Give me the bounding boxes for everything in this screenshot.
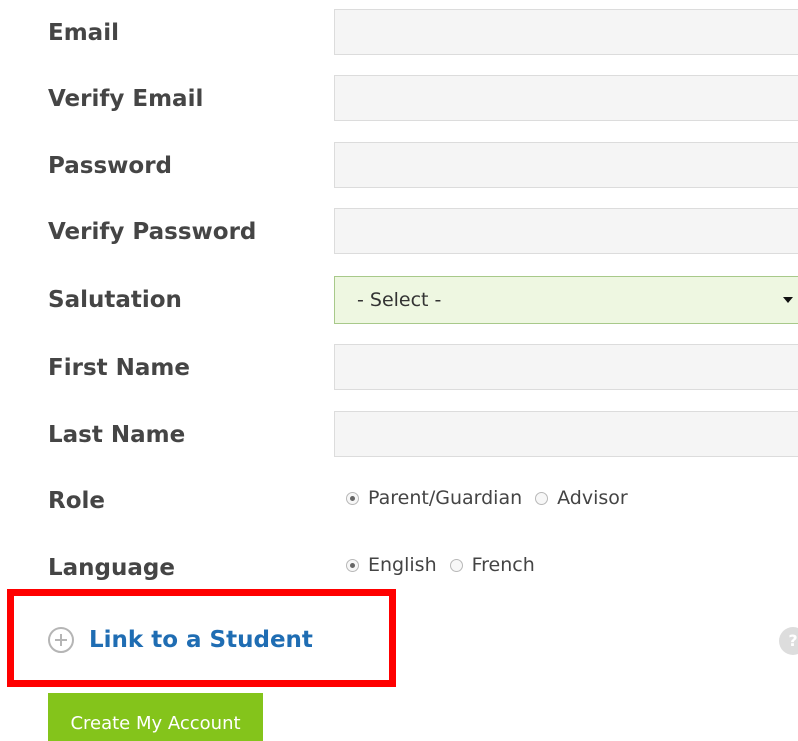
- last-name-input[interactable]: [334, 411, 798, 457]
- first-name-row: First Name: [0, 344, 798, 392]
- language-french-label[interactable]: French: [472, 551, 535, 579]
- email-row: Email: [0, 9, 798, 57]
- caret-down-icon: [783, 297, 793, 303]
- last-name-row: Last Name: [0, 411, 798, 459]
- create-my-account-button[interactable]: Create My Account: [48, 693, 263, 741]
- link-to-student-link[interactable]: Link to a Student: [89, 624, 313, 656]
- salutation-selected-value: - Select -: [357, 289, 442, 311]
- verify-password-input[interactable]: [334, 208, 798, 254]
- language-radio-group: English French: [346, 551, 548, 579]
- role-advisor-radio[interactable]: [535, 491, 549, 505]
- language-english-label[interactable]: English: [368, 551, 437, 579]
- password-label: Password: [48, 153, 172, 179]
- verify-password-row: Verify Password: [0, 208, 798, 256]
- password-row: Password: [0, 142, 798, 190]
- verify-email-input[interactable]: [334, 75, 798, 121]
- account-registration-form: Email Verify Email Password Verify Passw…: [0, 0, 798, 741]
- language-label: Language: [48, 555, 175, 581]
- question-icon[interactable]: ?: [779, 627, 798, 655]
- email-label: Email: [48, 20, 119, 46]
- role-parent-guardian-radio[interactable]: [346, 491, 359, 505]
- language-row: Language English French: [0, 544, 798, 592]
- role-row: Role Parent/Guardian Advisor: [0, 477, 798, 525]
- verify-password-label: Verify Password: [48, 219, 257, 245]
- role-parent-guardian-label[interactable]: Parent/Guardian: [368, 484, 522, 512]
- language-english-radio[interactable]: [346, 558, 359, 572]
- role-radio-group: Parent/Guardian Advisor: [346, 484, 641, 512]
- salutation-row: Salutation - Select -: [0, 276, 798, 324]
- first-name-input[interactable]: [334, 344, 798, 390]
- first-name-label: First Name: [48, 355, 190, 381]
- last-name-label: Last Name: [48, 422, 186, 448]
- language-french-radio[interactable]: [449, 558, 463, 572]
- salutation-label: Salutation: [48, 287, 182, 313]
- salutation-select[interactable]: - Select -: [334, 276, 798, 324]
- password-input[interactable]: [334, 142, 798, 188]
- role-advisor-label[interactable]: Advisor: [557, 484, 628, 512]
- verify-email-label: Verify Email: [48, 86, 204, 112]
- plus-circle-icon[interactable]: [48, 627, 74, 653]
- role-label: Role: [48, 488, 105, 514]
- email-input[interactable]: [334, 9, 798, 55]
- verify-email-row: Verify Email: [0, 75, 798, 123]
